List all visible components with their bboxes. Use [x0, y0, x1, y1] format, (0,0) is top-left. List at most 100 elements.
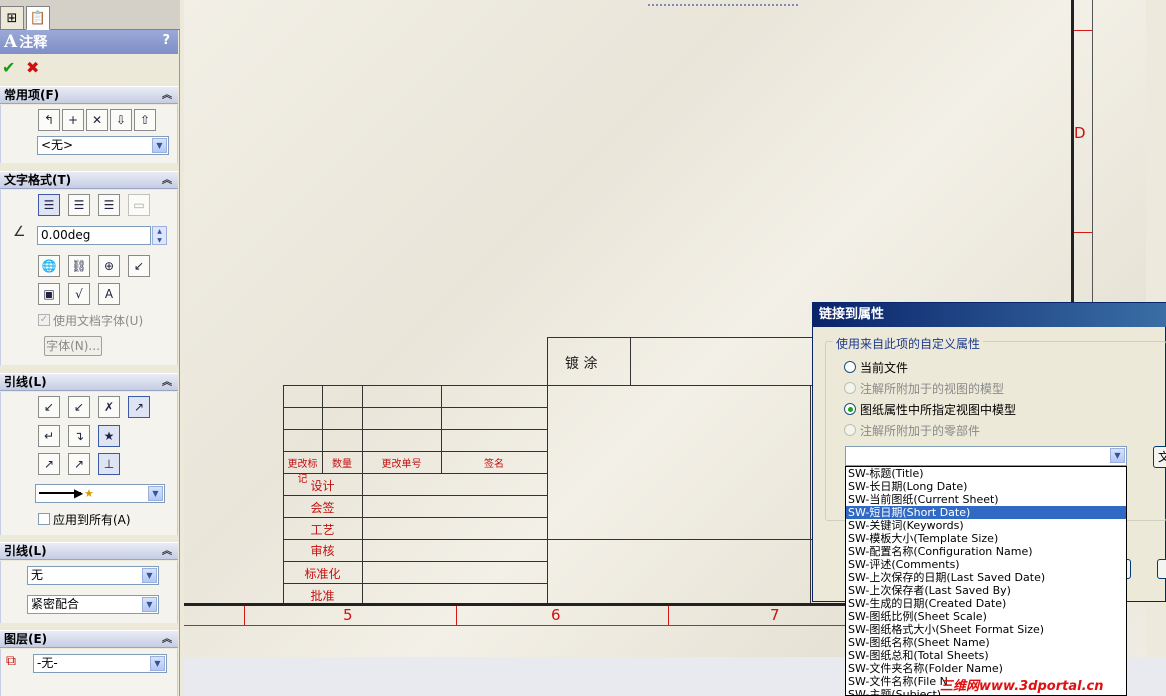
apply-all-checkbox[interactable]	[38, 513, 50, 525]
collapse-chevron-icon[interactable]: ︽	[162, 543, 172, 560]
cancel-button-partial[interactable]	[1157, 559, 1166, 579]
angle-value: 0.00deg	[41, 228, 91, 242]
apply-all-label: 应用到所有(A)	[53, 513, 131, 527]
list-item[interactable]: SW-图纸名称(Sheet Name)	[846, 636, 1126, 649]
chevron-down-icon[interactable]: ▼	[142, 597, 157, 612]
auto-leader-icon[interactable]: ↗	[128, 396, 150, 418]
list-item[interactable]: SW-关键词(Keywords)	[846, 519, 1126, 532]
list-item[interactable]: SW-图纸比例(Sheet Scale)	[846, 610, 1126, 623]
text-format-section-header[interactable]: 文字格式(T) ︽	[0, 171, 178, 189]
list-item[interactable]: SW-生成的日期(Created Date)	[846, 597, 1126, 610]
list-item[interactable]: SW-短日期(Short Date)	[846, 506, 1126, 519]
style-combo[interactable]: <无> ▼	[37, 136, 169, 155]
insert-hyperlink-icon[interactable]: 🌐	[38, 255, 60, 277]
align-left-icon[interactable]: ☰	[38, 194, 60, 216]
leader-section-header[interactable]: 引线(L) ︽	[0, 373, 178, 391]
leader-nearest-icon[interactable]: ★	[98, 425, 120, 447]
add-symbol-icon[interactable]: ⊕	[98, 255, 120, 277]
cancel-x-icon[interactable]: ✖	[26, 58, 39, 77]
layer-title: 图层(E)	[4, 632, 48, 646]
chevron-down-icon[interactable]: ▼	[1110, 448, 1125, 463]
ok-check-icon[interactable]: ✔	[2, 58, 15, 77]
add-style-icon[interactable]: +	[62, 109, 84, 131]
feature-tree-tab[interactable]: ⊞	[0, 6, 24, 30]
use-doc-font-label: 使用文档字体(U)	[53, 314, 144, 328]
list-item[interactable]: SW-评述(Comments)	[846, 558, 1126, 571]
surface-finish-icon[interactable]: √	[68, 283, 90, 305]
straight-leader-icon[interactable]: ↗	[38, 453, 60, 475]
layer-value: -无-	[37, 656, 58, 670]
load-style-icon[interactable]: ⇧	[134, 109, 156, 131]
chevron-down-icon[interactable]: ▼	[142, 568, 157, 583]
row-label: 审核	[310, 544, 335, 558]
list-item[interactable]: SW-配置名称(Configuration Name)	[846, 545, 1126, 558]
tb-line	[630, 337, 631, 385]
list-item[interactable]: SW-上次保存者(Last Saved By)	[846, 584, 1126, 597]
collapse-chevron-icon[interactable]: ︽	[162, 87, 172, 104]
table-header-cell: 更改单号	[381, 459, 422, 470]
file-properties-button[interactable]: 文	[1153, 446, 1166, 468]
lock-note-icon[interactable]: ↙	[128, 255, 150, 277]
leader-right-icon[interactable]: ↴	[68, 425, 90, 447]
justify-icon[interactable]: ▭	[128, 194, 150, 216]
leader-bent-icon[interactable]: ↙	[68, 396, 90, 418]
property-combo[interactable]: ▼	[845, 446, 1127, 466]
radio-component[interactable]	[844, 424, 856, 436]
list-item[interactable]: SW-图纸格式大小(Sheet Format Size)	[846, 623, 1126, 636]
feature-tree-icon: ⊞	[6, 10, 18, 26]
insert-gtol-icon[interactable]: ▣	[38, 283, 60, 305]
list-item[interactable]: SW-上次保存的日期(Last Saved Date)	[846, 571, 1126, 584]
cutoff-title-text	[648, 0, 798, 6]
leader2-section-header[interactable]: 引线(L) ︽	[0, 542, 178, 560]
coating-label: 镀 涂	[565, 356, 598, 372]
list-item[interactable]: SW-图纸总和(Total Sheets)	[846, 649, 1126, 662]
leader-fit-combo[interactable]: 紧密配合 ▼	[27, 595, 159, 614]
align-right-icon[interactable]: ☰	[98, 194, 120, 216]
list-item[interactable]: SW-标题(Title)	[846, 467, 1126, 480]
property-dropdown-list[interactable]: SW-标题(Title) SW-长日期(Long Date) SW-当前图纸(Cur…	[845, 466, 1127, 696]
list-item[interactable]: SW-文件夹名称(Folder Name)	[846, 662, 1126, 675]
property-manager-tab[interactable]: 📋	[26, 6, 50, 30]
bent-leader-icon[interactable]: ↗	[68, 453, 90, 475]
radio-label: 图纸属性中所指定视图中模型	[860, 403, 1017, 417]
collapse-chevron-icon[interactable]: ︽	[162, 172, 172, 189]
favorites-section-header[interactable]: 常用项(F) ︽	[0, 86, 178, 104]
tb-line	[547, 337, 813, 338]
datum-feature-icon[interactable]: A	[98, 283, 120, 305]
link-property-icon[interactable]: ⛓	[68, 255, 90, 277]
delete-style-icon[interactable]: ✕	[86, 109, 108, 131]
zone-tick	[456, 606, 457, 625]
align-center-icon[interactable]: ☰	[68, 194, 90, 216]
font-button[interactable]: 字体(N)...	[44, 336, 102, 356]
layer-section-header[interactable]: 图层(E) ︽	[0, 630, 178, 648]
zone-letter: D	[1074, 124, 1086, 142]
collapse-chevron-icon[interactable]: ︽	[162, 631, 172, 648]
layer-combo[interactable]: -无- ▼	[33, 654, 167, 673]
chevron-down-icon[interactable]: ▼	[152, 138, 167, 153]
help-button[interactable]: ?	[162, 33, 170, 48]
angle-input[interactable]: 0.00deg	[37, 226, 151, 245]
use-doc-font-checkbox[interactable]: ✓	[38, 314, 50, 326]
angle-spinner[interactable]: ▲ ▼	[152, 226, 167, 245]
apply-defaults-icon[interactable]: ↰	[38, 109, 60, 131]
radio-current-file[interactable]	[844, 361, 856, 373]
no-leader-icon[interactable]: ✗	[98, 396, 120, 418]
leader-auto-icon[interactable]: ↙	[38, 396, 60, 418]
list-item[interactable]: SW-当前图纸(Current Sheet)	[846, 493, 1126, 506]
collapse-chevron-icon[interactable]: ︽	[162, 374, 172, 391]
list-item[interactable]: SW-模板大小(Template Size)	[846, 532, 1126, 545]
dialog-titlebar[interactable]: 链接到属性	[813, 303, 1166, 327]
save-style-icon[interactable]: ⇩	[110, 109, 132, 131]
radio-view-model[interactable]	[844, 382, 856, 394]
leader-style-combo[interactable]: 无 ▼	[27, 566, 159, 585]
underline-leader-icon[interactable]: ⊥	[98, 453, 120, 475]
chevron-down-icon[interactable]: ▼	[150, 656, 165, 671]
list-item[interactable]: SW-长日期(Long Date)	[846, 480, 1126, 493]
row-label: 设计	[310, 479, 335, 493]
chevron-down-icon[interactable]: ▼	[148, 486, 163, 501]
tb-line	[362, 385, 363, 603]
radio-sheet-props-model[interactable]	[844, 403, 856, 415]
favorites-title: 常用项(F)	[4, 88, 60, 102]
arrow-style-combo[interactable]: ▶ ★ ▼	[35, 484, 165, 503]
leader-left-icon[interactable]: ↵	[38, 425, 60, 447]
